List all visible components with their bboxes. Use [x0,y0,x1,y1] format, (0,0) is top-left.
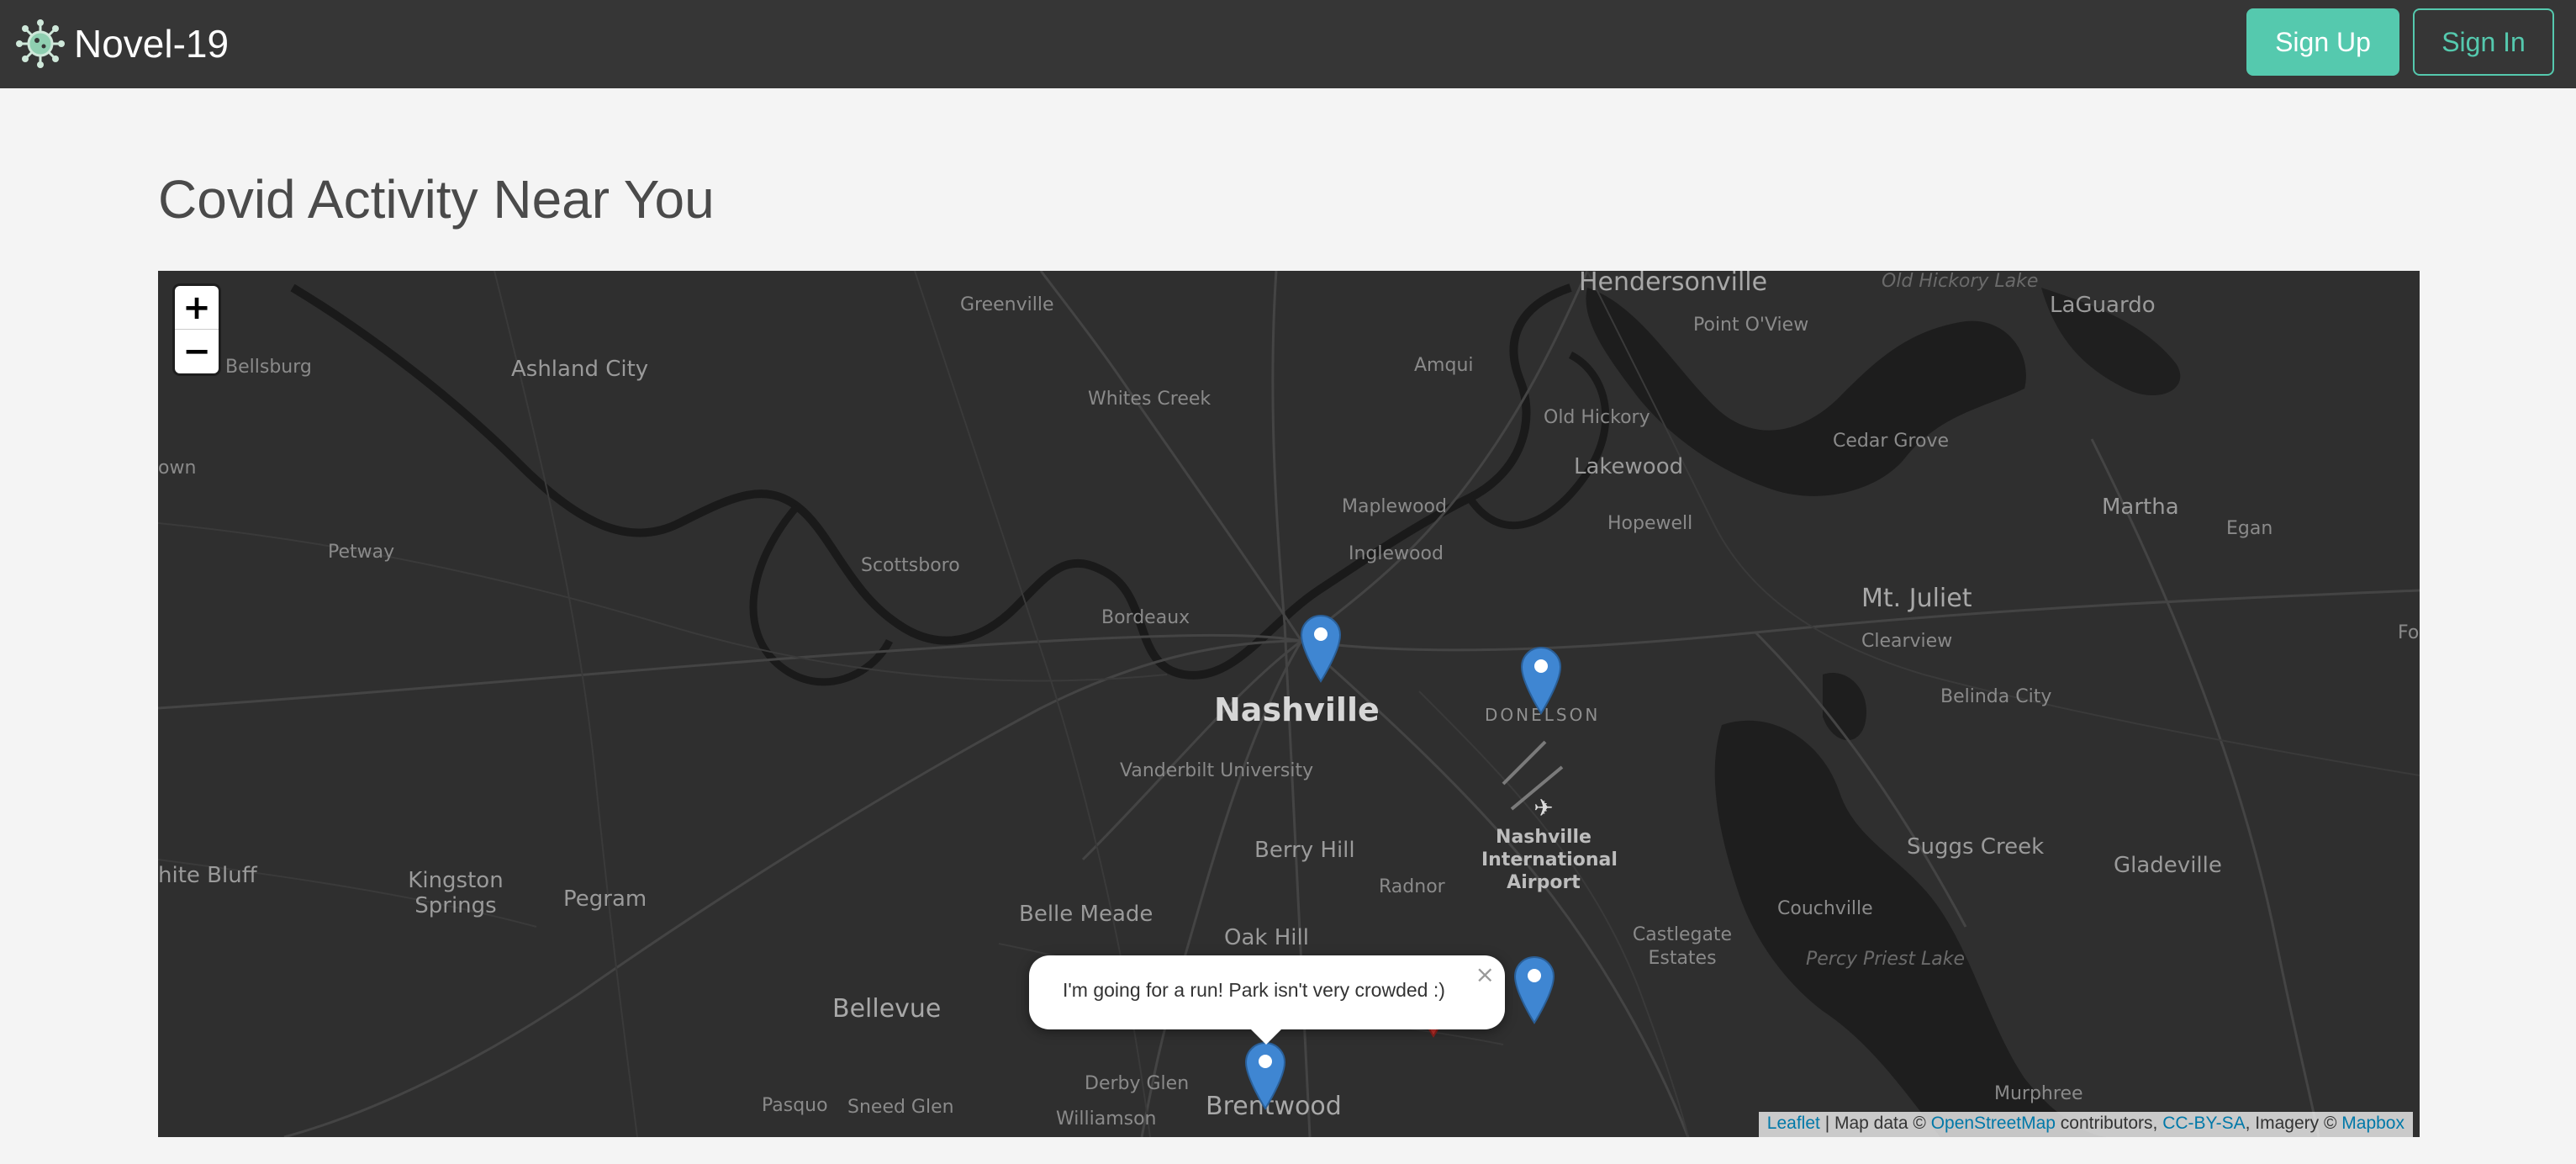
map-attribution: Leaflet | Map data © OpenStreetMap contr… [1758,1112,2413,1137]
virus-icon [16,19,65,68]
map-label: Murphree [1994,1083,2083,1104]
mapbox-link[interactable]: Mapbox [2341,1114,2404,1133]
map-label: LaGuardo [2050,293,2156,318]
map-label: Hendersonville [1579,271,1768,297]
map-label: Pegram [563,886,647,912]
map-label: Berry Hill [1254,838,1355,863]
map-label: Pasquo [762,1095,828,1116]
map-label: Hopewell [1607,513,1693,534]
map-label: Castlegate Estates [1632,924,1733,969]
map-label: Belle Meade [1019,902,1153,927]
map-label: Fo [2398,622,2420,643]
marker-popup: I'm going for a run! Park isn't very cro… [1029,955,1505,1045]
map-label: hite Bluff [158,863,257,888]
map-label: Cedar Grove [1833,431,1950,452]
page-title: Covid Activity Near You [158,169,715,230]
brand[interactable]: Novel-19 [15,17,229,71]
map-label: Amqui [1414,355,1474,376]
map-label: Lakewood [1574,454,1684,479]
sign-up-button[interactable]: Sign Up [2246,8,2399,76]
leaflet-link[interactable]: Leaflet [1767,1114,1820,1133]
map-label: Couchville [1777,898,1873,919]
map-label: Suggs Creek [1907,834,2045,860]
map-label: Whites Creek [1088,389,1211,410]
map-label: Bellsburg [225,357,312,378]
map-label: Nashville International Airport [1481,827,1618,893]
zoom-in-button[interactable]: + [175,286,219,330]
attribution-text: , Imagery © [2245,1114,2342,1133]
sign-in-button[interactable]: Sign In [2413,8,2554,76]
zoom-out-button[interactable]: − [175,330,219,373]
map-label: Egan [2226,518,2273,539]
popup-tip [1249,1028,1283,1045]
map-label: Old Hickory [1544,407,1650,428]
map-label: Ashland City [511,357,649,382]
map-label: Maplewood [1342,496,1447,517]
map-label: Martha [2102,495,2179,520]
map-label: Kingston Springs [408,868,504,918]
map-label: Derby Glen [1085,1073,1190,1094]
svg-text:✈: ✈ [1533,794,1553,822]
zoom-control: + − [175,286,219,373]
map-label: Vanderbilt University [1120,760,1314,781]
map-label: Clearview [1861,631,1953,652]
map-label: Oak Hill [1224,925,1309,950]
brand-name: Novel-19 [74,22,230,66]
map-label: Percy Priest Lake [1806,949,1966,970]
map-label: Point O'View [1693,315,1809,336]
osm-link[interactable]: OpenStreetMap [1931,1114,2056,1133]
map-label: Nashville [1214,691,1380,728]
map-label: Scottsboro [861,555,960,576]
map-label: Bordeaux [1101,607,1190,628]
map-label: Belinda City [1940,686,2052,707]
map-label: Greenville [960,294,1054,315]
popup-text: I'm going for a run! Park isn't very cro… [1063,979,1445,1001]
navbar: Novel-19 Sign Up Sign In [0,0,2576,88]
map-marker[interactable] [1513,955,1555,1024]
map-label: Williamson [1056,1108,1157,1130]
map[interactable]: ✈ + − Hendersonville Old Hickory Lake La… [158,271,2420,1137]
map-label: own [158,458,197,479]
map-label: Gladeville [2114,853,2222,878]
map-label: Old Hickory Lake [1882,271,2039,292]
map-marker[interactable] [1520,646,1562,715]
close-icon[interactable]: × [1475,960,1495,988]
map-label: Inglewood [1349,543,1444,564]
license-link[interactable]: CC-BY-SA [2162,1114,2245,1133]
map-label: Sneed Glen [847,1097,954,1118]
attribution-text: | Map data © [1819,1114,1931,1133]
map-marker[interactable] [1300,614,1342,683]
map-label: Bellevue [832,994,942,1024]
map-marker[interactable] [1244,1041,1286,1110]
attribution-text: contributors, [2055,1114,2163,1133]
map-label: Petway [328,542,395,563]
map-label: Mt. Juliet [1861,584,1972,613]
map-label: Radnor [1379,876,1445,897]
